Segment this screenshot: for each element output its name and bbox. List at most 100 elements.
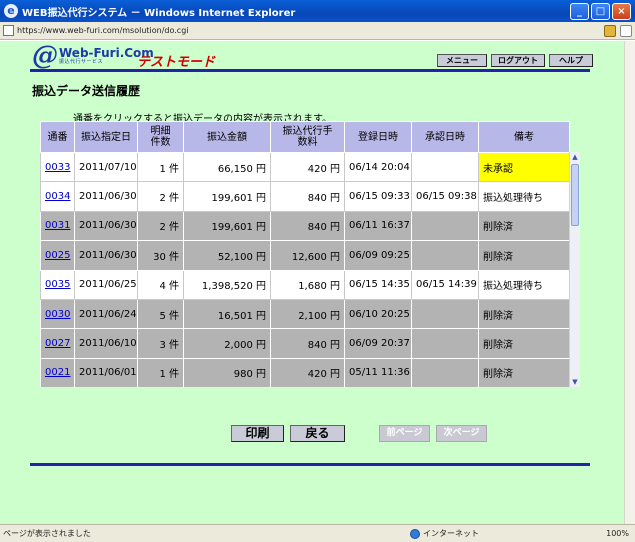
cell-note: 振込処理待ち	[478, 181, 570, 212]
prev-page-button[interactable]: 前ページ	[379, 425, 430, 442]
cell-amount: 1,398,520 円	[183, 269, 271, 300]
refresh-icon[interactable]	[620, 24, 632, 37]
footer-divider	[30, 463, 590, 466]
serial-link[interactable]: 0035	[45, 279, 70, 290]
cell-date: 2011/06/30	[74, 210, 138, 242]
column-header: 振込代行手数料	[270, 121, 345, 153]
serial-link[interactable]: 0027	[45, 338, 70, 349]
cell-fee: 12,600 円	[270, 240, 345, 271]
url-field[interactable]: https://www.web-furi.com/msolution/do.cg…	[17, 26, 604, 35]
table-row: 0034 2011/06/30 2 件 199,601 円 840 円 06/15 09:…	[40, 181, 570, 212]
help-button[interactable]: ヘルプ	[549, 54, 593, 67]
table-row: 0035 2011/06/25 4 件 1,398,520 円 1,680 円 06/15…	[40, 269, 570, 300]
table-row: 0030 2011/06/24 5 件 16,501 円 2,100 円 06/10 20…	[40, 298, 570, 330]
lock-icon[interactable]	[604, 24, 616, 37]
cell-approved	[411, 298, 479, 330]
serial-link[interactable]: 0025	[45, 250, 70, 261]
cell-registered: 06/14 20:04	[344, 151, 412, 183]
cell-count: 2 件	[137, 181, 184, 212]
next-page-button[interactable]: 次ページ	[436, 425, 487, 442]
cell-id: 0034	[40, 181, 75, 212]
address-bar: https://www.web-furi.com/msolution/do.cg…	[0, 22, 635, 40]
table-scrollbar[interactable]: ▲ ▼	[569, 152, 580, 387]
header-divider	[30, 69, 590, 72]
cell-note: 削除済	[478, 357, 570, 387]
header-nav: メニュー ログアウト ヘルプ	[437, 54, 593, 67]
serial-link[interactable]: 0021	[45, 367, 70, 378]
ie-icon: e	[4, 4, 18, 18]
window-titlebar: e WEB振込代行システム － Windows Internet Explore…	[0, 0, 635, 22]
serial-link[interactable]: 0033	[45, 162, 70, 173]
status-bar: ページが表示されました インターネット 100%	[0, 524, 635, 542]
cell-date: 2011/06/24	[74, 298, 138, 330]
cell-fee: 420 円	[270, 151, 345, 183]
column-header: 通番	[40, 121, 75, 153]
cell-fee: 2,100 円	[270, 298, 345, 330]
cell-count: 5 件	[137, 298, 184, 330]
cell-id: 0021	[40, 357, 75, 387]
zone-label: インターネット	[423, 529, 479, 538]
table-row: 0031 2011/06/30 2 件 199,601 円 840 円 06/11 16:…	[40, 210, 570, 242]
scroll-up-icon[interactable]: ▲	[570, 152, 580, 162]
cell-date: 2011/07/10	[74, 151, 138, 183]
cell-approved	[411, 240, 479, 271]
column-header: 振込金額	[183, 121, 271, 153]
cell-note: 削除済	[478, 328, 570, 359]
cell-count: 4 件	[137, 269, 184, 300]
window-title: WEB振込代行システム － Windows Internet Explorer	[22, 7, 296, 19]
scroll-down-icon[interactable]: ▼	[570, 377, 580, 387]
table-row: 0021 2011/06/01 1 件 980 円 420 円 05/11 11:36 削除…	[40, 357, 570, 387]
cell-amount: 199,601 円	[183, 181, 271, 212]
cell-amount: 2,000 円	[183, 328, 271, 359]
menu-button[interactable]: メニュー	[437, 54, 487, 67]
page-title: 振込データ送信履歴	[32, 84, 141, 98]
security-zone: インターネット	[410, 528, 540, 539]
cell-fee: 840 円	[270, 210, 345, 242]
cell-approved: 06/15 14:39	[411, 269, 479, 300]
cell-count: 30 件	[137, 240, 184, 271]
print-button[interactable]: 印刷	[231, 425, 284, 442]
cell-note: 削除済	[478, 298, 570, 330]
back-button[interactable]: 戻る	[290, 425, 345, 442]
cell-registered: 06/09 20:37	[344, 328, 412, 359]
cell-fee: 840 円	[270, 181, 345, 212]
cell-amount: 16,501 円	[183, 298, 271, 330]
logout-button[interactable]: ログアウト	[491, 54, 545, 67]
zoom-level[interactable]: 100%	[606, 529, 629, 538]
cell-date: 2011/06/10	[74, 328, 138, 359]
table-row: 0025 2011/06/30 30 件 52,100 円 12,600 円 06/09 …	[40, 240, 570, 271]
cell-count: 1 件	[137, 151, 184, 183]
table-header-row: 通番 振込指定日 明細件数 振込金額 振込代行手数料 登録日時 承認日時 備考	[40, 121, 570, 153]
minimize-button[interactable]: _	[570, 2, 589, 20]
globe-icon	[410, 528, 420, 539]
cell-amount: 980 円	[183, 357, 271, 387]
cell-approved	[411, 151, 479, 183]
cell-registered: 06/15 14:35	[344, 269, 412, 300]
cell-approved	[411, 357, 479, 387]
cell-count: 2 件	[137, 210, 184, 242]
serial-link[interactable]: 0031	[45, 220, 70, 231]
page-scrollbar[interactable]	[624, 41, 635, 524]
cell-amount: 66,150 円	[183, 151, 271, 183]
cell-registered: 06/11 16:37	[344, 210, 412, 242]
table-row: 0027 2011/06/10 3 件 2,000 円 840 円 06/09 20:37…	[40, 328, 570, 359]
cell-id: 0030	[40, 298, 75, 330]
scroll-thumb[interactable]	[571, 164, 579, 226]
cell-note: 振込処理待ち	[478, 269, 570, 300]
serial-link[interactable]: 0034	[45, 191, 70, 202]
column-header: 振込指定日	[74, 121, 138, 153]
maximize-button[interactable]: □	[591, 2, 610, 20]
cell-note: 削除済	[478, 210, 570, 242]
cell-fee: 1,680 円	[270, 269, 345, 300]
column-header: 明細件数	[137, 121, 184, 153]
cell-date: 2011/06/01	[74, 357, 138, 387]
serial-link[interactable]: 0030	[45, 309, 70, 320]
cell-note: 未承認	[478, 151, 570, 183]
logo: @ Web-Furi.Com 振込代行サービス	[32, 43, 154, 69]
cell-id: 0027	[40, 328, 75, 359]
cell-count: 3 件	[137, 328, 184, 359]
cell-count: 1 件	[137, 357, 184, 387]
cell-date: 2011/06/30	[74, 240, 138, 271]
close-button[interactable]: ×	[612, 2, 631, 20]
cell-id: 0031	[40, 210, 75, 242]
